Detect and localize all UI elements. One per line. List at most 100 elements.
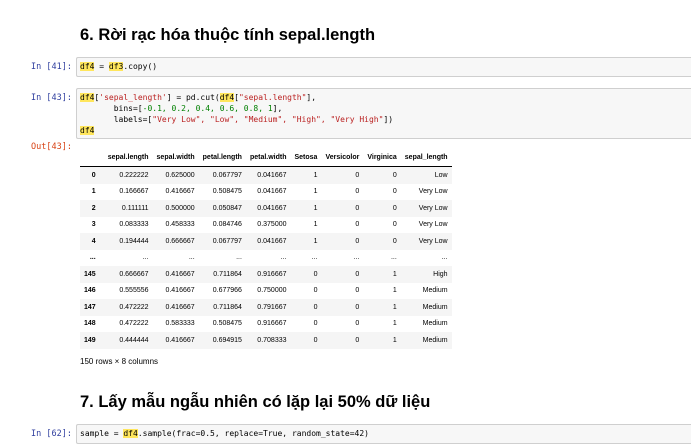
table-cell: 0.416667 [165, 188, 195, 196]
table-cell: 0 [355, 336, 360, 344]
cell-62-input-prompt: In [62]: [31, 429, 72, 439]
table-cell: 0.222222 [119, 171, 149, 179]
table-cell: 0.711864 [213, 270, 242, 278]
table-cell: 0 [313, 320, 318, 328]
table-cell: 1 [392, 320, 397, 328]
table-cell: 0.625000 [165, 171, 195, 179]
table-index-header [80, 149, 104, 167]
table-row: 1 0.166667 0.416667 0.508475 0.041667 1 0 0 Very… [80, 184, 452, 201]
table-row-index: ... [89, 254, 96, 262]
table-cell: 1 [313, 171, 318, 179]
table-row-index: 148 [84, 320, 96, 328]
table-cell: 0 [355, 303, 360, 311]
table-cell: 0.111111 [121, 204, 149, 212]
table-cell: 0.508475 [212, 320, 242, 328]
table-column-header: sepal.length [103, 149, 153, 167]
table-cell: 0 [392, 188, 397, 196]
cell-43-code-line-3: labels=["Very Low", "Low", "Medium", "Hi… [80, 115, 394, 124]
table-cell: 0.041667 [257, 237, 287, 245]
table-cell: ... [188, 254, 195, 262]
table-cell: 0.711864 [213, 303, 242, 311]
table-column-header: petal.length [198, 149, 246, 167]
table-body: 0 0.222222 0.625000 0.067797 0.041667 1 0 0 Low 1… [80, 166, 452, 349]
table-cell: 1 [392, 287, 397, 295]
table-cell: 0.166667 [119, 188, 149, 196]
table-row: 145 0.666667 0.416667 0.711864 0.916667 0 0 1 Hi… [80, 266, 452, 283]
table-cell: 0 [355, 171, 360, 179]
table-cell: 0 [355, 221, 360, 229]
table-cell: Very Low [418, 237, 448, 245]
table-cell: 0 [355, 320, 360, 328]
table-cell: Low [434, 171, 448, 179]
table-column-header: petal.width [245, 149, 291, 167]
table-cell: 1 [392, 270, 397, 278]
table-column-header: Virginica [363, 149, 401, 167]
table-cell: 0 [355, 204, 360, 212]
table-column-header: Setosa [290, 149, 322, 167]
table-cell: 0 [313, 303, 318, 311]
cell-43-code-editor[interactable]: df4['sepal_length'] = pd.cut(df4["sepal.… [76, 88, 691, 139]
table-row: 148 0.472222 0.583333 0.508475 0.916667 0 0 1 Me… [80, 316, 452, 333]
dataframe-output-table: sepal.length sepal.width petal.length petal… [80, 149, 452, 349]
table-row-index: 4 [91, 237, 96, 245]
table-row-index: 149 [84, 336, 96, 344]
table-cell: 0.708333 [257, 336, 287, 344]
table-column-header: sepal_length [400, 149, 452, 167]
table-cell: 0.750000 [257, 287, 287, 295]
table-cell: 0.041667 [257, 171, 287, 179]
table-cell: 0.472222 [119, 303, 149, 311]
table-cell: ... [280, 254, 287, 262]
table-cell: 0 [392, 237, 397, 245]
table-cell: Medium [422, 303, 448, 311]
table-row: 2 0.111111 0.500000 0.050847 0.041667 1 0 0 Very… [80, 200, 452, 217]
table-cell: 1 [313, 188, 318, 196]
table-row: 149 0.444444 0.416667 0.694915 0.708333 0 0 1 Me… [80, 332, 452, 349]
table-cell: 0 [392, 221, 397, 229]
table-cell: Very Low [418, 221, 448, 229]
table-cell: 0 [355, 287, 360, 295]
cell-41-code-line-1: df4 = df3.copy() [80, 62, 158, 71]
table-cell: 0 [392, 204, 397, 212]
table-cell: 0.041667 [257, 204, 287, 212]
table-cell: 0.083333 [119, 221, 149, 229]
table-cell: 0.916667 [257, 270, 287, 278]
table-cell: 0.458333 [165, 221, 195, 229]
table-cell: 0.677966 [212, 287, 242, 295]
table-row-index: 1 [91, 188, 96, 196]
table-cell: 0 [313, 287, 318, 295]
table-cell: 0 [313, 336, 318, 344]
table-cell: 0.583333 [165, 320, 195, 328]
table-cell: ... [142, 254, 149, 262]
cell-62-code-line-1: sample = df4.sample(frac=0.5, replace=Tr… [80, 429, 369, 438]
cell-62-code-editor[interactable]: sample = df4.sample(frac=0.5, replace=Tr… [76, 424, 691, 444]
table-cell: Medium [422, 287, 448, 295]
table-row: 4 0.194444 0.666667 0.067797 0.041667 1 0 0 Very… [80, 233, 452, 250]
table-cell: 0.416667 [165, 287, 195, 295]
table-cell: ... [441, 254, 448, 262]
table-cell: 1 [313, 221, 318, 229]
table-row-index: 3 [91, 221, 96, 229]
table-cell: 1 [313, 237, 318, 245]
table-cell: 0.694915 [212, 336, 242, 344]
table-cell: 0 [313, 270, 318, 278]
table-header-row: sepal.length sepal.width petal.length petal… [80, 149, 452, 167]
table-cell: 0 [355, 237, 360, 245]
table-cell: 0.555556 [119, 287, 149, 295]
table-cell: Medium [422, 320, 448, 328]
table-cell: 0.050847 [212, 204, 242, 212]
table-row: 3 0.083333 0.458333 0.084746 0.375000 1 0 0 Very… [80, 217, 452, 234]
table-row: 0 0.222222 0.625000 0.067797 0.041667 1 0 0 Low [80, 166, 452, 184]
rows-columns-note: 150 rows × 8 columns [80, 357, 159, 366]
table-cell: High [433, 270, 448, 278]
cell-43-output-prompt: Out[43]: [31, 142, 72, 152]
cell-43-code-line-1: df4['sepal_length'] = pd.cut(df4["sepal.… [80, 93, 317, 102]
cell-43-input-prompt: In [43]: [31, 93, 72, 103]
table-row-index: 2 [91, 204, 96, 212]
table-row: 146 0.555556 0.416667 0.677966 0.750000 0 0 1 Me… [80, 283, 452, 300]
table-cell: 0.508475 [212, 188, 242, 196]
section-7-heading: 7. Lấy mẫu ngẫu nhiên có lặp lại 50% dữ … [80, 393, 431, 411]
table-cell: 0.472222 [119, 320, 149, 328]
table-cell: ... [311, 254, 318, 262]
cell-41-code-editor[interactable]: df4 = df3.copy() [76, 57, 691, 77]
table-cell: 0.791667 [257, 303, 287, 311]
